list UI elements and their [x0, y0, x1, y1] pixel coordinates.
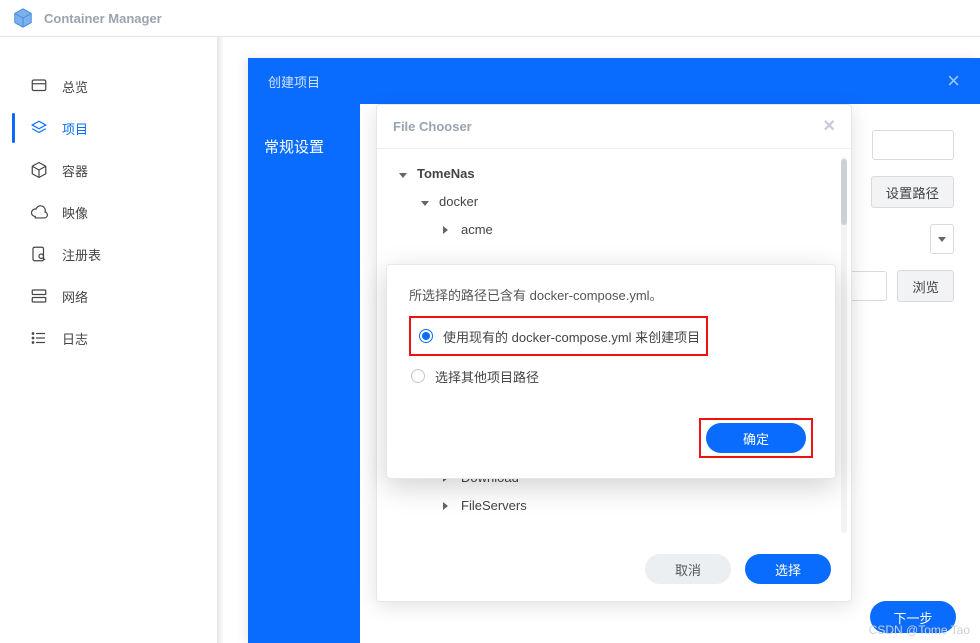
close-icon[interactable]: ×	[947, 68, 960, 94]
tree-node-label: FileServers	[461, 498, 527, 513]
tree-node-label: TomeNas	[417, 166, 475, 181]
set-path-button[interactable]: 设置路径	[871, 176, 954, 208]
radio-icon	[419, 329, 433, 343]
modal-header: 创建项目 ×	[248, 58, 980, 104]
file-chooser-header: File Chooser ×	[377, 105, 851, 149]
cube-icon	[30, 161, 48, 179]
layers-icon	[30, 119, 48, 137]
sidebar-item-projects[interactable]: 项目	[0, 107, 217, 149]
network-icon	[30, 287, 48, 305]
ok-button[interactable]: 确定	[706, 423, 806, 453]
radio-label: 使用现有的 docker-compose.yml 来创建项目	[443, 327, 700, 346]
sidebar-item-label: 总览	[62, 77, 88, 96]
sidebar: 总览 项目 容器 映像 注册表 网络 日志	[0, 37, 217, 643]
scrollbar-thumb[interactable]	[841, 159, 847, 225]
confirm-message: 所选择的路径已含有 docker-compose.yml。	[409, 285, 813, 304]
scrollbar[interactable]	[841, 157, 847, 533]
browse-button[interactable]: 浏览	[897, 270, 954, 302]
modal-tabs: 常规设置	[248, 104, 360, 643]
sidebar-item-logs[interactable]: 日志	[0, 317, 217, 359]
sidebar-item-overview[interactable]: 总览	[0, 65, 217, 107]
caret-down-icon	[421, 194, 431, 209]
tab-general[interactable]: 常规设置	[248, 128, 360, 165]
sidebar-item-label: 日志	[62, 329, 88, 348]
radio-use-existing[interactable]: 使用现有的 docker-compose.yml 来创建项目	[417, 320, 700, 352]
source-dropdown[interactable]	[930, 224, 954, 254]
tree-node-label: acme	[461, 222, 493, 237]
sidebar-item-label: 映像	[62, 203, 88, 222]
sidebar-item-label: 网络	[62, 287, 88, 306]
tree-node[interactable]: docker	[393, 187, 839, 215]
cloud-icon	[30, 203, 48, 221]
sidebar-item-label: 容器	[62, 161, 88, 180]
sidebar-item-registry[interactable]: 注册表	[0, 233, 217, 275]
dashboard-icon	[30, 77, 48, 95]
caret-down-icon	[399, 166, 409, 181]
sidebar-item-network[interactable]: 网络	[0, 275, 217, 317]
tree-node[interactable]: FileServers	[393, 491, 839, 519]
caret-right-icon	[443, 222, 453, 237]
app-logo-icon	[12, 7, 34, 29]
app-title: Container Manager	[44, 11, 162, 26]
sidebar-item-label: 注册表	[62, 245, 101, 264]
title-bar: Container Manager	[0, 0, 980, 37]
sidebar-item-label: 项目	[62, 119, 88, 138]
file-chooser-title: File Chooser	[393, 119, 472, 134]
tree-node[interactable]: acme	[393, 215, 839, 243]
sidebar-item-containers[interactable]: 容器	[0, 149, 217, 191]
tree-node-root[interactable]: TomeNas	[393, 159, 839, 187]
list-icon	[30, 329, 48, 347]
confirm-dialog: 所选择的路径已含有 docker-compose.yml。 使用现有的 dock…	[386, 264, 836, 479]
shadow-divider	[217, 37, 224, 643]
radio-label: 选择其他项目路径	[435, 367, 539, 386]
select-button[interactable]: 选择	[745, 554, 831, 584]
modal-title: 创建项目	[268, 72, 320, 91]
watermark: CSDN @Tome Tao	[869, 623, 970, 637]
file-chooser-footer: 取消 选择	[377, 541, 851, 597]
radio-choose-other[interactable]: 选择其他项目路径	[409, 360, 813, 392]
close-icon[interactable]: ×	[823, 115, 835, 138]
caret-right-icon	[443, 498, 453, 513]
sidebar-item-images[interactable]: 映像	[0, 191, 217, 233]
search-doc-icon	[30, 245, 48, 263]
cancel-button[interactable]: 取消	[645, 554, 731, 584]
chevron-down-icon	[938, 237, 946, 242]
tree-node-label: docker	[439, 194, 478, 209]
project-name-input[interactable]	[872, 130, 954, 160]
radio-icon	[411, 369, 425, 383]
